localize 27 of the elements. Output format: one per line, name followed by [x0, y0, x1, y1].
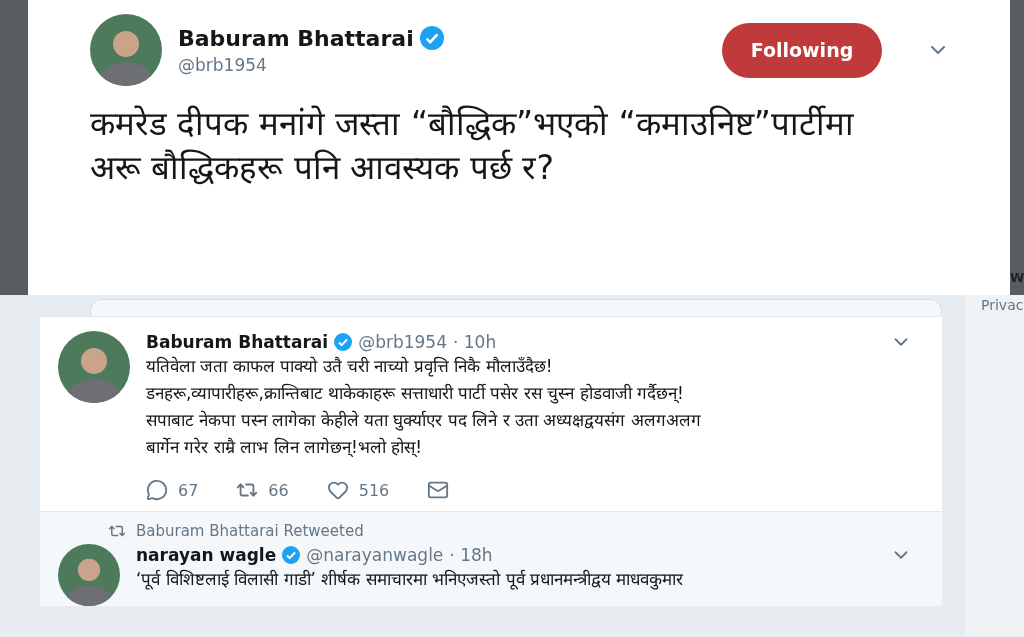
verified-icon [419, 26, 444, 50]
verified-icon [334, 333, 353, 351]
side-text: W [1010, 270, 1024, 285]
speech-bubble-icon[interactable] [146, 479, 168, 501]
author-handle: @narayanwagle [306, 545, 444, 565]
author-name[interactable]: narayan wagle [136, 545, 277, 565]
author-name[interactable]: Baburam Bhattarai [146, 332, 329, 352]
tweet-text: बार्गेन गरेर राम्रै लाभ लिन लागेछन्!भलो होस्! [146, 436, 424, 459]
author-handle: @brb1954 [358, 332, 447, 352]
tweet-time: · 10h [453, 332, 497, 352]
privacy-link[interactable]: Privac [981, 297, 1024, 313]
tweet-text: सपाबाट नेकपा पस्न लागेका केहीले यता घुर्क्याएर पद लिने र उता अध्यक्षद्वयसंग अलगअलग [146, 409, 702, 433]
action-count: 67 [178, 480, 199, 500]
tweet-time: · 18h [449, 545, 493, 565]
action-count: 66 [268, 480, 289, 500]
tweet-text: यतिवेला जता काफल पाक्यो उतै चरी नाच्यो प्रवृत्ति निकै मौलाउँदैछ! [146, 355, 554, 379]
tweet-text: ‘पूर्व विशिष्टलाई विलासी गाडी’ शीर्षक समाचारमा भनिएजस्तो पूर्व प्रधानमन्त्रीद्वय माधवकुमार [136, 568, 685, 592]
verified-icon [282, 546, 301, 564]
following-button[interactable]: Following [722, 22, 882, 78]
envelope-icon[interactable] [427, 479, 450, 501]
author-name[interactable]: Baburam Bhattarai [178, 25, 414, 51]
action-count: 516 [358, 480, 390, 500]
heart-icon[interactable] [326, 479, 349, 501]
retweet-notice: Baburam Bhattarai Retweeted [136, 522, 364, 540]
tweet-text: कमरेड दीपक मनांगे जस्ता “बौद्धिक”भएको “कमाउनिष्ट”पार्टीमा अरू बौद्धिकहरू पनि आवस्यक पर्छ र? [90, 103, 855, 189]
tweet-text: डनहरू,व्यापारीहरू,क्रान्तिबाट थाकेकाहरू सत्ताधारी पार्टी पसेर रस चुस्न होडवाजी गर्दैछन्! [146, 382, 685, 406]
author-handle: @brb1954 [178, 54, 268, 75]
